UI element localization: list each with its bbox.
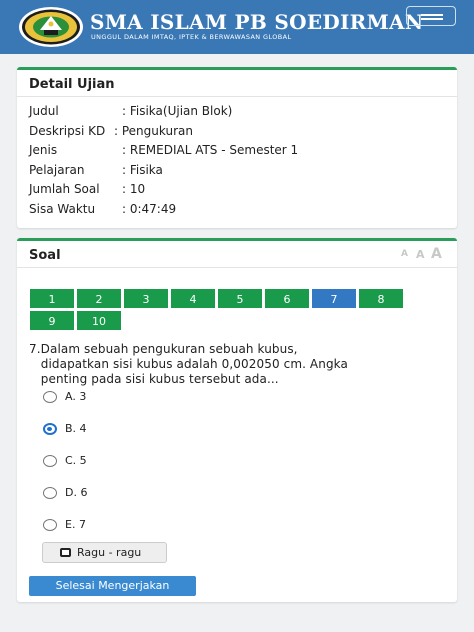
option-label: C. 5 <box>65 454 87 467</box>
question-line: penting pada sisi kubus tersebut ada... <box>29 372 279 386</box>
detail-label: Judul <box>29 104 59 118</box>
exam-detail-card: Detail Ujian Judul : Fisika(Ujian Blok) … <box>17 67 457 228</box>
school-logo <box>19 7 83 47</box>
detail-label: Jumlah Soal <box>29 182 100 196</box>
question-number-button[interactable]: 4 <box>170 288 216 309</box>
question-number-button[interactable]: 9 <box>29 310 75 331</box>
question-number-button[interactable]: 3 <box>123 288 169 309</box>
radio-button[interactable] <box>43 455 57 467</box>
detail-label: Pelajaran <box>29 163 85 177</box>
option-label: B. 4 <box>65 422 87 435</box>
divider <box>17 267 457 268</box>
checkbox-icon <box>60 548 71 557</box>
question-card: Soal A A A 1 2 3 4 5 6 7 8 9 10 7.Dalam … <box>17 238 457 602</box>
option-label: A. 3 <box>65 390 87 403</box>
radio-button[interactable] <box>43 391 57 403</box>
ragu-ragu-button[interactable]: Ragu - ragu <box>42 542 167 563</box>
question-number-button[interactable]: 1 <box>29 288 75 309</box>
question-number-button-active[interactable]: 7 <box>311 288 357 309</box>
radio-button[interactable] <box>43 487 57 499</box>
question-number-button[interactable]: 10 <box>76 310 122 331</box>
detail-label: Jenis <box>29 143 58 157</box>
detail-label: Deskripsi KD <box>29 124 106 138</box>
detail-value: : 10 <box>122 182 146 196</box>
school-name: SMA ISLAM PB SOEDIRMAN <box>90 10 424 34</box>
hamburger-icon <box>421 14 443 16</box>
detail-value: : Pengukuran <box>114 124 193 138</box>
ragu-ragu-label: Ragu - ragu <box>77 546 142 559</box>
font-size-large-button[interactable]: A <box>431 246 442 262</box>
divider <box>17 96 457 97</box>
detail-label: Sisa Waktu <box>29 202 96 216</box>
question-number-button[interactable]: 5 <box>217 288 263 309</box>
exam-detail-title: Detail Ujian <box>29 77 115 92</box>
option-label: D. 6 <box>65 486 88 499</box>
radio-button-checked[interactable] <box>43 423 57 435</box>
font-size-medium-button[interactable]: A <box>416 248 425 261</box>
question-card-title: Soal <box>29 248 61 263</box>
question-number-button[interactable]: 2 <box>76 288 122 309</box>
detail-value: : 0:47:49 <box>122 202 177 216</box>
question-line: 7.Dalam sebuah pengukuran sebuah kubus, <box>29 342 298 356</box>
detail-value: : Fisika(Ujian Blok) <box>122 104 233 118</box>
font-size-small-button[interactable]: A <box>401 249 408 259</box>
question-number-button[interactable]: 8 <box>358 288 404 309</box>
school-tagline: UNGGUL DALAM IMTAQ, IPTEK & BERWAWASAN G… <box>91 33 292 41</box>
question-text: 7.Dalam sebuah pengukuran sebuah kubus, … <box>29 342 449 387</box>
question-line: didapatkan sisi kubus adalah 0,002050 cm… <box>29 357 348 371</box>
app-header: SMA ISLAM PB SOEDIRMAN UNGGUL DALAM IMTA… <box>0 0 474 54</box>
detail-value: : Fisika <box>122 163 163 177</box>
finish-exam-button[interactable]: Selesai Mengerjakan <box>29 576 196 596</box>
option-label: E. 7 <box>65 518 86 531</box>
detail-value: : REMEDIAL ATS - Semester 1 <box>122 143 299 157</box>
question-number-button[interactable]: 6 <box>264 288 310 309</box>
hamburger-icon-bar <box>421 18 443 20</box>
menu-toggle-button[interactable] <box>406 6 456 26</box>
radio-button[interactable] <box>43 519 57 531</box>
